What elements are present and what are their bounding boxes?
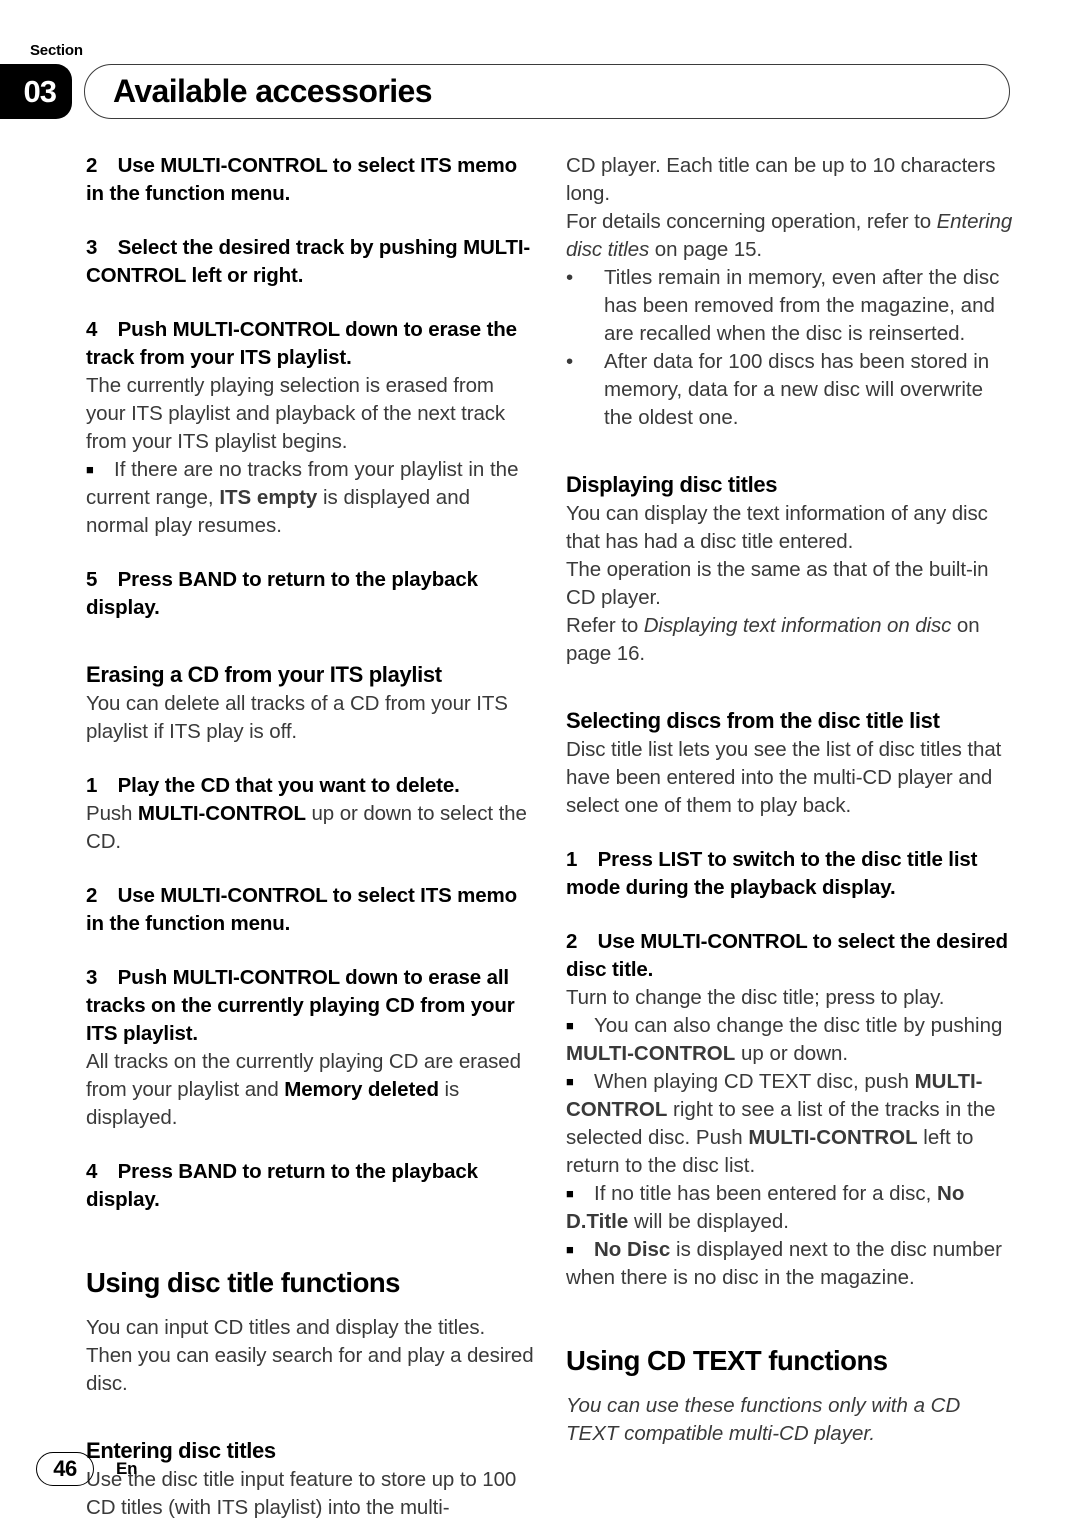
section-label: Section [30,42,83,59]
language-code: En [116,1459,138,1478]
page-number: 46 [53,1456,77,1481]
step-4-body: The currently playing selection is erase… [86,374,506,453]
continued-body: CD player. Each title can be up to 10 ch… [566,154,996,205]
note-text-bold: ITS empty [219,486,318,509]
note-a: You can also change the disc title by pu… [594,1014,1003,1037]
body-bold: MULTI-CONTROL [137,802,306,825]
refer-italic: Displaying text information on disc [643,614,952,637]
bullet-text: Titles remain in memory, even after the … [604,266,1000,345]
erase-step-3-body: All tracks on the currently playing CD a… [86,1048,534,1132]
square-bullet-icon [566,1180,594,1208]
erase-step-1-title: 1 Play the CD that you want to delete. [86,774,460,797]
note-bold-2: MULTI-CONTROL [748,1126,918,1149]
note-a: When playing CD TEXT disc, push [594,1070,915,1093]
displaying-body-2: The operation is the same as that of the… [566,558,989,609]
using-disc-title-body: You can input CD titles and display the … [86,1316,534,1395]
refer-entering-disc-titles: For details concerning operation, refer … [566,208,1014,264]
page-footer: 46 En [36,1452,138,1486]
section-number-tab: 03 [0,64,72,119]
body-a: Push [86,802,138,825]
displaying-refer: Refer to Displaying text information on … [566,612,1014,668]
page-header: Section 03 Available accessories [0,28,1080,120]
heading-using-disc-title-functions: Using disc title functions [86,1267,400,1298]
step-4-title: 4 Push MULTI-CONTROL down to erase the t… [86,318,517,369]
page-title: Available accessories [113,72,432,109]
note-no-disc: No Disc is displayed next to the disc nu… [566,1236,1014,1292]
chapter-title-pill: Available accessories [84,64,1010,119]
note-c: will be displayed. [628,1210,789,1233]
note-no-title: If no title has been entered for a disc,… [566,1180,1014,1236]
heading-using-cd-text-functions: Using CD TEXT functions [566,1345,888,1376]
page-number-pill: 46 [36,1452,94,1486]
section-number: 03 [23,74,57,109]
erase-step-3-title: 3 Push MULTI-CONTROL down to erase all t… [86,966,515,1045]
bullet-item: Titles remain in memory, even after the … [566,264,1014,348]
heading-displaying-disc-titles: Displaying disc titles [566,472,778,497]
square-bullet-icon [86,456,114,484]
erasing-cd-body: You can delete all tracks of a CD from y… [86,692,508,743]
square-bullet-icon [566,1012,594,1040]
note-bold: No Disc [594,1238,671,1261]
select-step-2-body: Turn to change the disc title; press to … [566,986,945,1009]
left-column: 2 Use MULTI-CONTROL to select ITS memo i… [86,152,534,1522]
note-a: If no title has been entered for a disc, [594,1182,938,1205]
refer-a: For details concerning operation, refer … [566,210,937,233]
right-column: CD player. Each title can be up to 10 ch… [566,152,1014,1448]
refer-b: on page 15. [649,238,762,261]
note-cd-text-disc: When playing CD TEXT disc, push MULTI-CO… [566,1068,1014,1180]
selecting-discs-body: Disc title list lets you see the list of… [566,738,1002,817]
square-bullet-icon [566,1068,594,1096]
step-3-title: 3 Select the desired track by pushing MU… [86,236,531,287]
note-change-disc-title: You can also change the disc title by pu… [566,1012,1014,1068]
entering-disc-titles-body: Use the disc title input feature to stor… [86,1468,517,1519]
select-step-2-title: 2 Use MULTI-CONTROL to select the desire… [566,930,1008,981]
displaying-body-1: You can display the text information of … [566,502,988,553]
refer-a: Refer to [566,614,644,637]
body-bold: Memory deleted [284,1078,439,1101]
bullet-text: After data for 100 discs has been stored… [604,350,990,429]
step-2-title: 2 Use MULTI-CONTROL to select ITS memo i… [86,154,517,205]
heading-selecting-discs: Selecting discs from the disc title list [566,708,940,733]
note-bold: MULTI-CONTROL [566,1042,736,1065]
heading-entering-disc-titles: Entering disc titles [86,1438,276,1463]
step-4-note: If there are no tracks from your playlis… [86,456,534,540]
bullet-item: After data for 100 discs has been stored… [566,348,1014,432]
square-bullet-icon [566,1236,594,1264]
erase-step-1-body: Push MULTI-CONTROL up or down to select … [86,800,534,856]
select-step-1-title: 1 Press LIST to switch to the disc title… [566,848,978,899]
step-5-title: 5 Press BAND to return to the playback d… [86,568,478,619]
erase-step-4-title: 4 Press BAND to return to the playback d… [86,1160,478,1211]
heading-erasing-cd: Erasing a CD from your ITS playlist [86,662,442,687]
round-bullet-icon [566,264,604,292]
cd-text-note: You can use these functions only with a … [566,1394,961,1445]
erase-step-2-title: 2 Use MULTI-CONTROL to select ITS memo i… [86,884,517,935]
round-bullet-icon [566,348,604,376]
note-c: up or down. [735,1042,849,1065]
